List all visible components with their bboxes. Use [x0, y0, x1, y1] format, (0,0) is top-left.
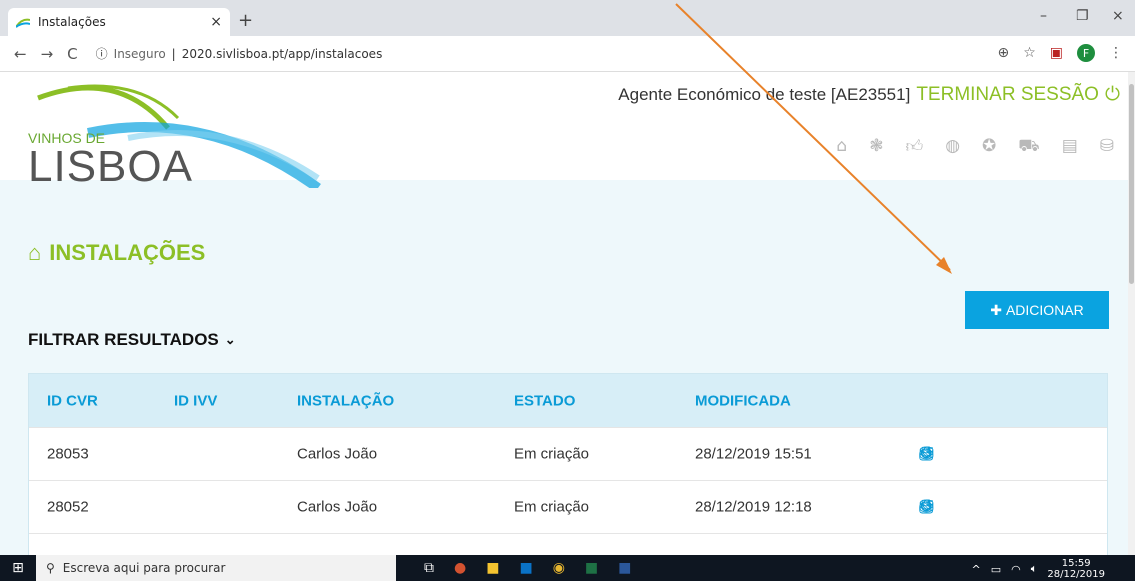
agent-name: Agente Económico de teste [AE23551] — [618, 85, 911, 104]
cell-id-cvr: 28053 — [47, 445, 89, 463]
clock[interactable]: 15:59 28/12/2019 — [1047, 558, 1105, 580]
clock-date: 28/12/2019 — [1047, 569, 1105, 580]
chrome-icon[interactable]: ◉ — [553, 560, 565, 576]
browser-tab[interactable]: Instalações × — [8, 8, 230, 36]
back-icon[interactable]: ← — [14, 45, 27, 63]
logout-label: TERMINAR SESSÃO — [916, 84, 1099, 105]
search-icon: ⚲ — [46, 561, 55, 575]
cell-modificada: 28/12/2019 12:18 — [695, 498, 812, 516]
filter-toggle[interactable]: FILTRAR RESULTADOS ⌄ — [28, 330, 236, 350]
site-logo[interactable]: VINHOS DE LISBOA — [28, 78, 328, 198]
barrels-icon[interactable]: ⛁ — [1100, 136, 1114, 158]
tray-expand-icon[interactable]: ^ — [972, 563, 981, 576]
grapes-icon[interactable]: ❃ — [869, 136, 883, 158]
cell-instalacao: Carlos João — [297, 498, 378, 516]
search-placeholder: Escreva aqui para procurar — [62, 561, 226, 575]
plus-icon: ✚ — [990, 301, 1002, 318]
close-window-icon[interactable]: × — [1112, 8, 1124, 24]
award-icon[interactable]: ✪ — [982, 136, 996, 158]
filter-label: FILTRAR RESULTADOS — [28, 330, 219, 349]
header-estado[interactable]: ESTADO — [514, 392, 575, 409]
installations-table: ID CVR ID IVV INSTALAÇÃO ESTADO MODIFICA… — [28, 373, 1108, 555]
url-separator: | — [171, 46, 176, 61]
wifi-icon[interactable]: ◠ — [1011, 563, 1021, 576]
profile-avatar[interactable]: F — [1077, 44, 1095, 62]
windows-taskbar: ⊞ ⚲ Escreva aqui para procurar ⧉ ● ■ ■ ◉… — [0, 555, 1135, 581]
reload-icon[interactable]: C — [67, 45, 77, 63]
volume-icon[interactable]: 🔈︎ — [1031, 562, 1038, 576]
logout-button[interactable]: TERMINAR SESSÃO ⏻ — [916, 84, 1120, 106]
home-title-icon: ⌂ — [28, 240, 42, 265]
add-button-label: ADICIONAR — [1005, 302, 1084, 318]
main-nav: ⌂ ❃ 👍︎ ◍ ✪ ⛟ ▤ ⛁ — [836, 136, 1114, 158]
close-tab-icon[interactable]: × — [210, 14, 222, 30]
info-icon: ⓘ — [95, 47, 108, 61]
forward-icon[interactable]: → — [41, 45, 54, 63]
system-tray: ^ ▭ ◠ 🔈︎ 15:59 28/12/2019 — [972, 558, 1105, 580]
minimize-icon[interactable]: – — [1040, 8, 1047, 24]
header-id-cvr[interactable]: ID CVR — [47, 392, 98, 409]
header-modificada[interactable]: MODIFICADA — [695, 392, 791, 409]
excel-icon[interactable]: ■ — [585, 560, 598, 576]
table-row: 28053 Carlos João Em criação 28/12/2019 … — [29, 427, 1107, 480]
tab-title: Instalações — [38, 15, 106, 29]
file-explorer-icon[interactable]: ■ — [486, 560, 499, 576]
page-title-text: INSTALAÇÕES — [49, 240, 206, 265]
clock-time: 15:59 — [1061, 558, 1091, 569]
page-title: ⌂ INSTALAÇÕES — [28, 240, 205, 266]
cell-instalacao: Carlos João — [297, 445, 378, 463]
edit-pencil-icon[interactable]: ✎ — [919, 444, 934, 465]
logo-lisboa-text: LISBOA — [28, 142, 193, 191]
header-id-ivv[interactable]: ID IVV — [174, 392, 217, 409]
cell-modificada: 28/12/2019 15:51 — [695, 445, 812, 463]
outlook-icon[interactable]: ■ — [519, 560, 532, 576]
tasting-icon[interactable]: ◍ — [945, 136, 960, 158]
taskbar-search[interactable]: ⚲ Escreva aqui para procurar — [36, 555, 396, 581]
url-text: 2020.sivlisboa.pt/app/instalacoes — [181, 46, 383, 61]
windows-start-icon[interactable]: ⊞ — [0, 555, 36, 581]
word-icon[interactable]: ■ — [618, 560, 631, 576]
restore-icon[interactable]: ❐ — [1076, 8, 1089, 24]
cell-estado: Em criação — [514, 445, 590, 463]
barcode-icon[interactable]: ▤ — [1062, 136, 1078, 158]
browser-tab-strip: Instalações × + – ❐ × — [0, 0, 1135, 36]
cell-id-cvr: 28052 — [47, 498, 89, 516]
transport-icon[interactable]: ⛟ — [1018, 136, 1039, 158]
table-row: 28052 Carlos João Em criação 28/12/2019 … — [29, 480, 1107, 533]
chevron-down-icon: ⌄ — [224, 332, 236, 347]
powerpoint-icon[interactable]: ● — [454, 560, 466, 576]
pdf-extension-icon[interactable]: ▣ — [1050, 45, 1063, 61]
thumbs-up-icon[interactable]: 👍︎ — [905, 136, 923, 158]
table-row-partial — [29, 533, 1107, 555]
cell-estado: Em criação — [514, 498, 590, 516]
home-icon[interactable]: ⌂ — [836, 136, 847, 158]
user-bar: Agente Económico de teste [AE23551] TERM… — [618, 84, 1120, 106]
task-view-icon[interactable]: ⧉ — [424, 560, 434, 576]
address-bar: ← → C ⓘ Inseguro | 2020.sivlisboa.pt/app… — [0, 36, 1135, 72]
add-button[interactable]: ✚ ADICIONAR — [965, 291, 1109, 329]
page-content: VINHOS DE LISBOA Agente Económico de tes… — [0, 72, 1128, 555]
power-icon: ⏻ — [1104, 84, 1120, 105]
insecure-label: Inseguro — [113, 46, 166, 61]
scrollbar-thumb[interactable] — [1129, 84, 1134, 284]
network-icon[interactable]: ▭ — [991, 563, 1001, 576]
page-scrollbar[interactable] — [1128, 72, 1135, 555]
header-instalacao[interactable]: INSTALAÇÃO — [297, 392, 394, 409]
bookmark-star-icon[interactable]: ☆ — [1023, 45, 1036, 61]
menu-icon[interactable]: ⋮ — [1109, 45, 1123, 61]
edit-pencil-icon[interactable]: ✎ — [919, 497, 934, 518]
zoom-icon[interactable]: ⊕ — [997, 45, 1009, 61]
new-tab-icon[interactable]: + — [238, 10, 253, 31]
vinhos-favicon — [15, 17, 31, 28]
table-header: ID CVR ID IVV INSTALAÇÃO ESTADO MODIFICA… — [29, 374, 1107, 427]
url-field[interactable]: ⓘ Inseguro | 2020.sivlisboa.pt/app/insta… — [96, 40, 383, 68]
